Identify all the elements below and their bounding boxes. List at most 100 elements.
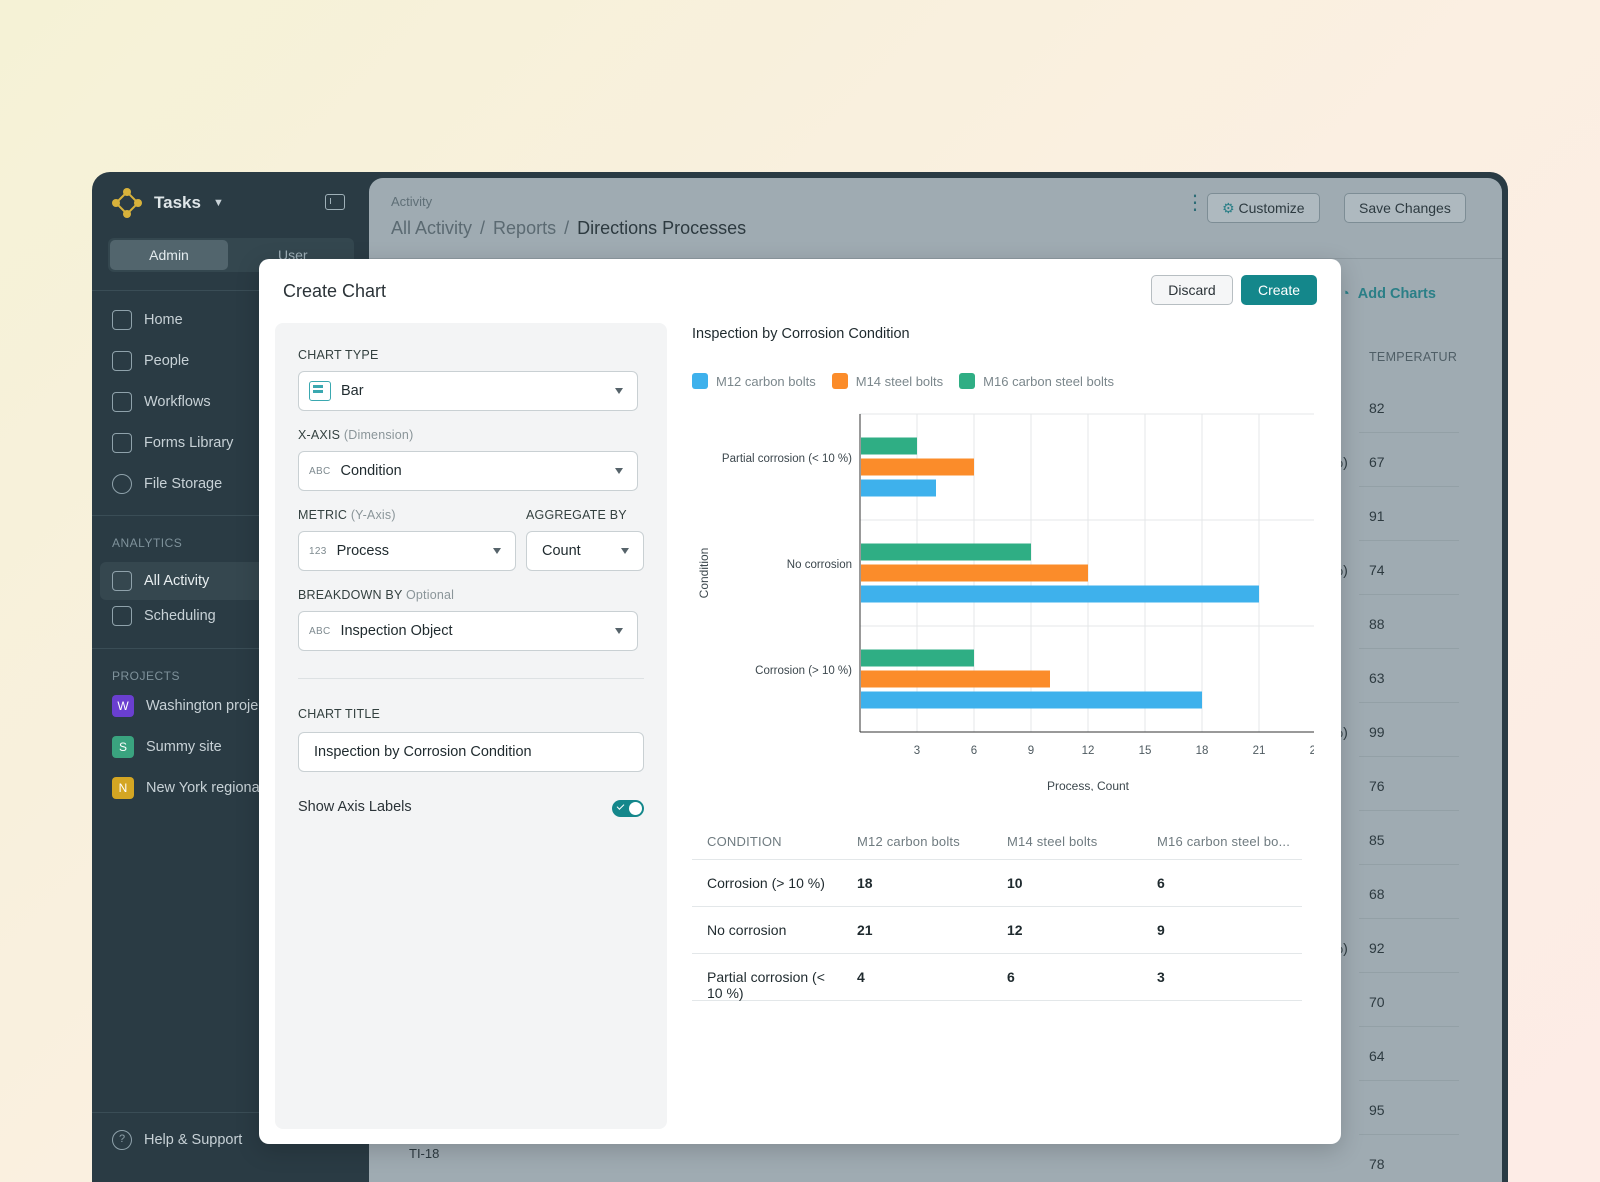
role-tab-admin[interactable]: Admin — [110, 240, 228, 270]
bar — [861, 543, 1031, 561]
collapse-sidebar-icon[interactable] — [325, 194, 345, 210]
chevron-down-icon — [621, 548, 629, 554]
x-tick-label: 3 — [914, 745, 920, 757]
project-item-summy[interactable]: S Summy site — [112, 736, 222, 758]
x-axis-select[interactable]: ABC Condition — [298, 451, 638, 491]
legend-item[interactable]: M12 carbon bolts — [692, 373, 816, 389]
bar-chart: 3 6 9 12 15 18 21 24 Partial corrosion (< 10 %) N… — [697, 413, 1314, 791]
home-icon — [112, 310, 132, 330]
temperature-cell: 92 — [1369, 940, 1385, 956]
table-header-row: CONDITION M12 carbon bolts M14 steel bolts… — [692, 823, 1302, 860]
aggregate-value: Count — [542, 543, 581, 559]
section-label: Activity — [391, 194, 433, 209]
project-item-washington[interactable]: W Washington proje — [112, 695, 258, 717]
x-tick-label: 12 — [1082, 745, 1095, 757]
metric-select[interactable]: 123 Process — [298, 531, 516, 571]
type-tag: ABC — [309, 625, 331, 637]
breadcrumb-current: Directions Processes — [577, 218, 747, 238]
table-cell: 6 — [1157, 875, 1165, 891]
nav-workflows[interactable]: Workflows — [112, 392, 211, 412]
metric-label: METRIC (Y-Axis) — [298, 508, 396, 522]
nav-label: Scheduling — [144, 608, 216, 624]
breadcrumb: All Activity / Reports / Directions Proc… — [391, 218, 746, 239]
nav-home[interactable]: Home — [112, 310, 183, 330]
nav-label: File Storage — [144, 476, 223, 492]
discard-button[interactable]: Discard — [1151, 275, 1233, 305]
table-cell: 18 — [857, 875, 873, 891]
row-divider — [1359, 1134, 1459, 1135]
x-tick-label: 6 — [971, 745, 977, 757]
nav-label: Forms Library — [144, 435, 234, 451]
nav-label: People — [144, 353, 190, 369]
breadcrumb-separator: / — [480, 218, 486, 238]
table-row: Partial corrosion (< 10 %) 4 6 3 — [692, 954, 1302, 1001]
chart-title: Inspection by Corrosion Condition — [692, 326, 910, 342]
bar — [861, 670, 1050, 688]
table-cell: 10 — [1007, 875, 1023, 891]
chart-type-value: Bar — [341, 383, 364, 399]
nav-file-storage[interactable]: File Storage — [112, 474, 222, 494]
chart-type-select[interactable]: Bar — [298, 371, 638, 411]
breadcrumb-item[interactable]: All Activity — [391, 218, 472, 239]
table-cell: 6 — [1007, 969, 1015, 985]
divider — [298, 678, 644, 679]
row-divider — [1359, 648, 1459, 649]
project-avatar: S — [112, 736, 134, 758]
x-tick-label: 21 — [1253, 745, 1266, 757]
bar — [861, 649, 974, 667]
bar-chart-icon — [309, 381, 331, 401]
breakdown-value: Inspection Object — [340, 623, 453, 639]
workspace-switcher[interactable]: Tasks ▼ — [112, 188, 224, 218]
table-row: Corrosion (> 10 %) 18 10 6 — [692, 860, 1302, 907]
table-cell: Partial corrosion (< 10 %) — [707, 969, 825, 1001]
chart-add-icon: ◔ — [1341, 286, 1350, 302]
chevron-down-icon — [615, 628, 623, 634]
row-divider — [1359, 594, 1459, 595]
row-divider — [1359, 810, 1459, 811]
table-cell: No corrosion — [707, 922, 787, 938]
y-tick-label: Partial corrosion (< 10 %) — [722, 453, 852, 465]
temperature-cell: 88 — [1369, 616, 1385, 632]
chart-title-input[interactable]: Inspection by Corrosion Condition — [298, 732, 644, 772]
app-name: Tasks — [154, 193, 201, 212]
customize-button[interactable]: ⚙ Customize — [1207, 193, 1320, 223]
cloud-icon — [112, 474, 132, 494]
metric-sub: (Y-Axis) — [350, 508, 396, 522]
row-divider — [1359, 702, 1459, 703]
show-axis-labels-toggle[interactable] — [612, 800, 644, 817]
breadcrumb-item[interactable]: Reports — [493, 218, 556, 239]
chevron-down-icon: ▼ — [212, 197, 224, 209]
nav-scheduling[interactable]: Scheduling — [112, 606, 216, 626]
row-divider — [1359, 432, 1459, 433]
legend-item[interactable]: M14 steel bolts — [831, 373, 944, 389]
app-logo-icon — [112, 188, 142, 218]
workflow-icon — [112, 392, 132, 412]
create-button[interactable]: Create — [1241, 275, 1317, 305]
row-divider — [1359, 1026, 1459, 1027]
more-options-icon[interactable]: ⋮ — [1185, 193, 1205, 213]
table-header-cell: M16 carbon steel bo... — [1157, 834, 1291, 849]
customize-label: Customize — [1238, 200, 1305, 216]
table-header-cell: M14 steel bolts — [1007, 834, 1098, 849]
forms-icon — [112, 433, 132, 453]
breakdown-label: BREAKDOWN BY Optional — [298, 588, 454, 602]
aggregate-select[interactable]: Count — [526, 531, 644, 571]
breakdown-label-text: BREAKDOWN BY — [298, 588, 403, 602]
nav-people[interactable]: People — [112, 351, 189, 371]
chart-settings-panel: CHART TYPE Bar X-AXIS (Dimension) ABC Co… — [275, 323, 667, 1129]
nav-forms-library[interactable]: Forms Library — [112, 433, 233, 453]
breakdown-select[interactable]: ABC Inspection Object — [298, 611, 638, 651]
help-label: Help & Support — [144, 1132, 243, 1148]
help-support-link[interactable]: ? Help & Support — [112, 1130, 242, 1150]
project-item-new-york[interactable]: N New York regiona — [112, 777, 260, 799]
row-divider — [1359, 918, 1459, 919]
save-changes-button[interactable]: Save Changes — [1344, 193, 1466, 223]
legend-label: M14 steel bolts — [855, 373, 944, 389]
legend-item[interactable]: M16 carbon steel bolts — [959, 373, 1114, 389]
projects-section-label: PROJECTS — [112, 669, 181, 683]
people-icon — [112, 351, 132, 371]
add-charts-label: Add Charts — [1357, 286, 1436, 302]
column-header-temperature: TEMPERATUR — [1369, 350, 1458, 364]
add-charts-button[interactable]: ◔ Add Charts — [1341, 286, 1436, 302]
bar — [861, 691, 1202, 709]
